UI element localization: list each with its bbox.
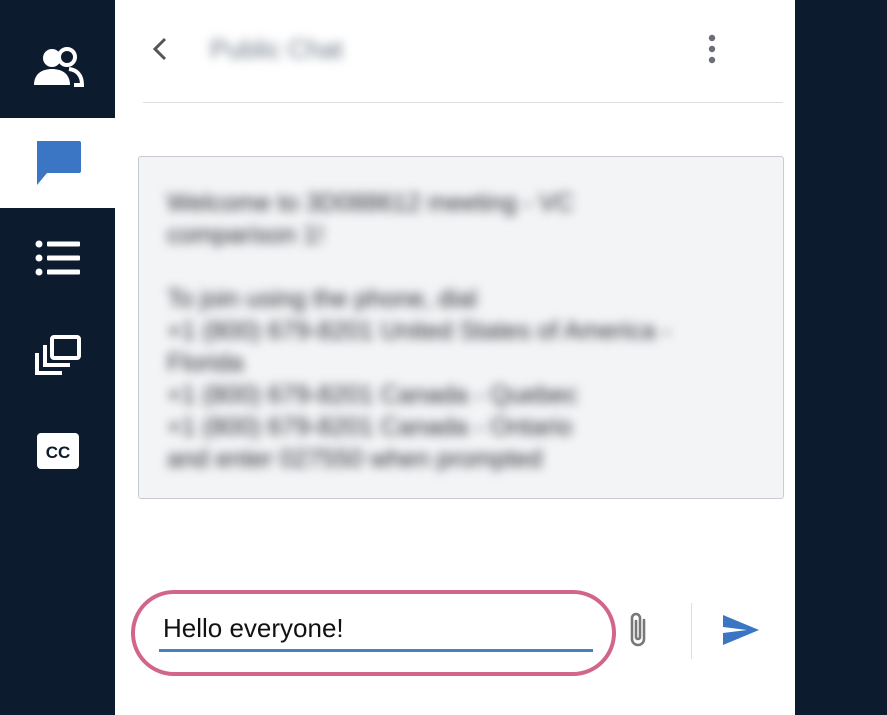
list-icon (35, 239, 81, 279)
sidebar-item-breakout[interactable] (0, 310, 115, 400)
welcome-message-text: Welcome to 3D088612 meeting - VC compari… (167, 187, 755, 475)
svg-text:CC: CC (45, 443, 70, 462)
paperclip-icon (625, 610, 651, 655)
users-icon (31, 47, 85, 87)
sidebar-item-chat[interactable] (0, 118, 115, 208)
welcome-line: +1 (800) 679-8201 Canada - Quebec (167, 381, 578, 409)
sidebar-item-captions[interactable]: CC (0, 406, 115, 496)
welcome-line: and enter 027550 when prompted (167, 445, 543, 473)
background-area (795, 0, 887, 715)
chevron-left-icon (151, 37, 169, 66)
send-message-button[interactable] (718, 610, 764, 654)
send-icon (721, 613, 761, 652)
sidebar-item-list[interactable] (0, 214, 115, 304)
more-options-button[interactable] (695, 34, 729, 68)
welcome-line: +1 (800) 679-8201 United States of Ameri… (167, 317, 671, 345)
sidebar-rail: CC (0, 0, 115, 715)
attach-file-button[interactable] (620, 608, 656, 656)
app-window: CC Public Chat Welcome to 3D088612 meeti… (0, 0, 887, 715)
chat-title: Public Chat (210, 34, 343, 64)
welcome-line: +1 (800) 679-8201 Canada - Ontario (167, 413, 573, 441)
welcome-message: Welcome to 3D088612 meeting - VC compari… (138, 156, 784, 499)
welcome-line: To join using the phone, dial (167, 285, 477, 313)
message-input[interactable] (159, 608, 593, 652)
welcome-line: Welcome to 3D088612 meeting - VC (167, 189, 574, 217)
closed-captions-icon: CC (36, 432, 80, 470)
welcome-line: Florida (167, 349, 244, 377)
sidebar-item-users[interactable] (0, 22, 115, 112)
more-vertical-icon (707, 34, 717, 69)
back-button[interactable] (143, 34, 177, 68)
welcome-line: comparison 1! (167, 221, 325, 249)
composer-divider (691, 603, 692, 659)
chat-bubble-icon (33, 139, 83, 187)
message-input-highlight (131, 590, 616, 676)
stacked-windows-icon (34, 334, 82, 376)
chat-panel: Public Chat Welcome to 3D088612 meeting … (115, 0, 795, 715)
